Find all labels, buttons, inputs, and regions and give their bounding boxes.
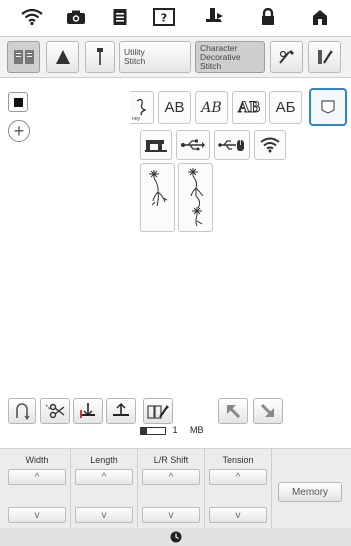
character-label-3: Stitch xyxy=(200,60,222,71)
settings-pen-icon[interactable] xyxy=(308,41,341,73)
width-control: Width ^ v xyxy=(4,449,71,529)
font-tile-cyrillic[interactable]: AБ xyxy=(269,91,302,124)
lr-shift-up-button[interactable]: ^ xyxy=(142,469,200,485)
loop-icon xyxy=(16,403,30,420)
font-tile-selected[interactable] xyxy=(309,88,347,126)
left-controls: + xyxy=(8,92,30,142)
pattern-tile-1[interactable] xyxy=(140,163,175,232)
width-up-button[interactable]: ^ xyxy=(8,469,66,485)
sewing-machine-icon xyxy=(145,140,167,152)
memory-unit: MB xyxy=(190,425,204,435)
add-button[interactable]: + xyxy=(8,120,30,142)
square-icon xyxy=(13,97,23,107)
chevron-up-icon: ^ xyxy=(235,471,241,483)
svg-text:?: ? xyxy=(161,12,167,25)
machine-memory-button[interactable] xyxy=(140,130,172,160)
font-tile-gothic[interactable]: AB xyxy=(158,91,191,124)
font-tile-outline-label: AB xyxy=(237,98,261,116)
lr-shift-control: L/R Shift ^ v xyxy=(138,449,205,529)
vine-stitch-icon xyxy=(187,168,203,227)
arrow-down-right-button[interactable] xyxy=(253,398,283,424)
length-control: Length ^ v xyxy=(71,449,138,529)
font-partial-label: ney xyxy=(132,116,141,122)
chevron-down-icon: v xyxy=(235,509,241,521)
memory-indicator: 1 MB xyxy=(140,425,204,435)
chevron-up-icon: ^ xyxy=(168,471,174,483)
memory-size: 1 xyxy=(172,425,178,435)
chevron-up-icon: ^ xyxy=(101,471,107,483)
memory-bar-icon xyxy=(140,426,166,435)
footer-bar xyxy=(0,528,351,546)
pocket-shape-icon xyxy=(321,100,335,114)
arrow-up-left-icon xyxy=(227,405,241,419)
document-icon[interactable] xyxy=(108,6,132,28)
chevron-down-icon: v xyxy=(34,509,40,521)
tension-control: Tension ^ v xyxy=(205,449,272,529)
tension-down-button[interactable]: v xyxy=(209,507,267,523)
font-tile-outline[interactable]: AB xyxy=(232,91,266,124)
tension-up-button[interactable]: ^ xyxy=(209,469,267,485)
floral-stitch-icon xyxy=(148,170,167,207)
scissors-icon xyxy=(45,403,65,419)
tension-label: Tension xyxy=(222,455,254,465)
category-tab-bar: Utility Stitch Character Decorative Stitch xyxy=(0,36,351,78)
usb-icon xyxy=(181,139,205,151)
length-down-button[interactable]: v xyxy=(75,507,133,523)
edit-pattern-button[interactable] xyxy=(143,398,173,424)
needle-triangle-icon[interactable] xyxy=(46,41,79,73)
usb-mouse-button[interactable] xyxy=(214,130,250,160)
clock-icon xyxy=(170,531,181,543)
chevron-up-icon: ^ xyxy=(34,471,40,483)
single-pattern-button[interactable] xyxy=(8,92,28,112)
plus-icon: + xyxy=(13,121,25,141)
top-icon-bar: ? xyxy=(0,0,351,34)
wifi-icon[interactable] xyxy=(20,6,44,28)
wifi-icon xyxy=(260,137,280,153)
arrow-up-left-button[interactable] xyxy=(218,398,248,424)
thread-cutter-loop-button[interactable] xyxy=(8,398,36,424)
lr-shift-label: L/R Shift xyxy=(153,455,189,465)
width-down-button[interactable]: v xyxy=(8,507,66,523)
home-icon[interactable] xyxy=(308,6,332,28)
lr-shift-down-button[interactable]: v xyxy=(142,507,200,523)
lock-icon[interactable] xyxy=(256,6,280,28)
character-decorative-stitch-tab[interactable]: Character Decorative Stitch xyxy=(195,41,265,73)
edit-controls: 1 MB xyxy=(0,396,351,444)
length-label: Length xyxy=(90,455,118,465)
wireless-button[interactable] xyxy=(254,130,286,160)
font-tile-script[interactable]: AB xyxy=(195,91,228,124)
book-icon[interactable] xyxy=(7,41,40,73)
font-tile-script-label: AB xyxy=(201,99,222,116)
chevron-down-icon: v xyxy=(101,509,107,521)
width-label: Width xyxy=(25,455,49,465)
font-tile-cyrillic-label: AБ xyxy=(275,99,296,116)
usb-mouse-icon xyxy=(218,140,244,151)
edit-pen-icon[interactable] xyxy=(270,41,303,73)
edit-book-icon xyxy=(147,405,169,419)
script-font-tile-partial[interactable]: ney xyxy=(130,91,154,124)
memory-button[interactable]: Memory xyxy=(278,482,342,502)
pivot-button[interactable] xyxy=(106,398,136,424)
help-icon[interactable]: ? xyxy=(152,6,176,28)
pivot-icon xyxy=(113,403,129,416)
arrow-down-right-icon xyxy=(260,403,274,417)
utility-stitch-tab[interactable]: Utility Stitch xyxy=(119,41,191,73)
chevron-down-icon: v xyxy=(168,509,174,521)
utility-stitch-label-2: Stitch xyxy=(124,56,146,66)
camera-icon[interactable] xyxy=(64,6,88,28)
stitch-parameter-panel: Width ^ v Length ^ v L/R Shift ^ v Tensi… xyxy=(0,448,351,529)
needle-icon[interactable] xyxy=(85,41,115,73)
needle-down-icon xyxy=(80,403,95,418)
usb-button[interactable] xyxy=(176,130,210,160)
presser-foot-icon[interactable] xyxy=(202,6,226,28)
needle-position-button[interactable] xyxy=(73,398,103,424)
thread-cutter-button[interactable] xyxy=(40,398,70,424)
font-tile-gothic-label: AB xyxy=(164,99,185,116)
length-up-button[interactable]: ^ xyxy=(75,469,133,485)
pattern-tile-2[interactable] xyxy=(178,163,213,232)
